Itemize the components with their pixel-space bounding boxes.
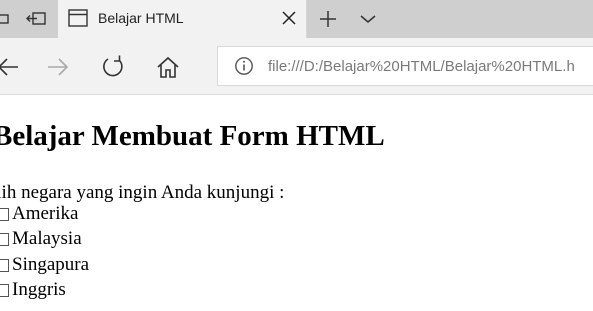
checkbox[interactable] [0, 258, 9, 272]
new-tab-icon[interactable] [314, 0, 342, 38]
refresh-icon[interactable] [98, 52, 128, 82]
tab-actions-icon[interactable] [0, 0, 14, 38]
checkbox[interactable] [0, 232, 9, 246]
tab-belajar-html[interactable]: Belajar HTML [58, 0, 307, 38]
checkbox[interactable] [0, 207, 9, 221]
checkbox[interactable] [0, 283, 9, 297]
page-content: Belajar Membuat Form HTML ilih negara ya… [0, 95, 593, 311]
option-label: Amerika [12, 203, 79, 224]
url-text[interactable]: file:///D:/Belajar%20HTML/Belajar%20HTML… [268, 58, 575, 75]
option-label: Inggris [12, 279, 66, 300]
option-malaysia[interactable]: Malaysia [0, 228, 82, 250]
back-icon[interactable] [0, 52, 22, 82]
navigation-bar: file:///D:/Belajar%20HTML/Belajar%20HTML… [0, 38, 593, 95]
info-icon[interactable] [234, 56, 254, 81]
option-amerika[interactable]: Amerika [0, 203, 78, 225]
home-icon[interactable] [153, 52, 183, 82]
question-text: ilih negara yang ingin Anda kunjungi : [0, 182, 285, 203]
option-label: Malaysia [12, 228, 82, 249]
forward-icon[interactable] [44, 52, 74, 82]
close-tab-icon[interactable] [280, 9, 298, 32]
page-icon [68, 9, 88, 32]
tab-bar: Belajar HTML [0, 0, 593, 38]
address-bar[interactable]: file:///D:/Belajar%20HTML/Belajar%20HTML… [217, 46, 593, 86]
set-tabs-aside-icon[interactable] [22, 0, 50, 38]
option-inggris[interactable]: Inggris [0, 279, 66, 301]
tab-title: Belajar HTML [98, 10, 184, 26]
option-label: Singapura [12, 254, 90, 275]
chevron-down-icon[interactable] [354, 0, 382, 38]
option-singapura[interactable]: Singapura [0, 254, 89, 276]
page-heading: Belajar Membuat Form HTML [0, 120, 385, 152]
